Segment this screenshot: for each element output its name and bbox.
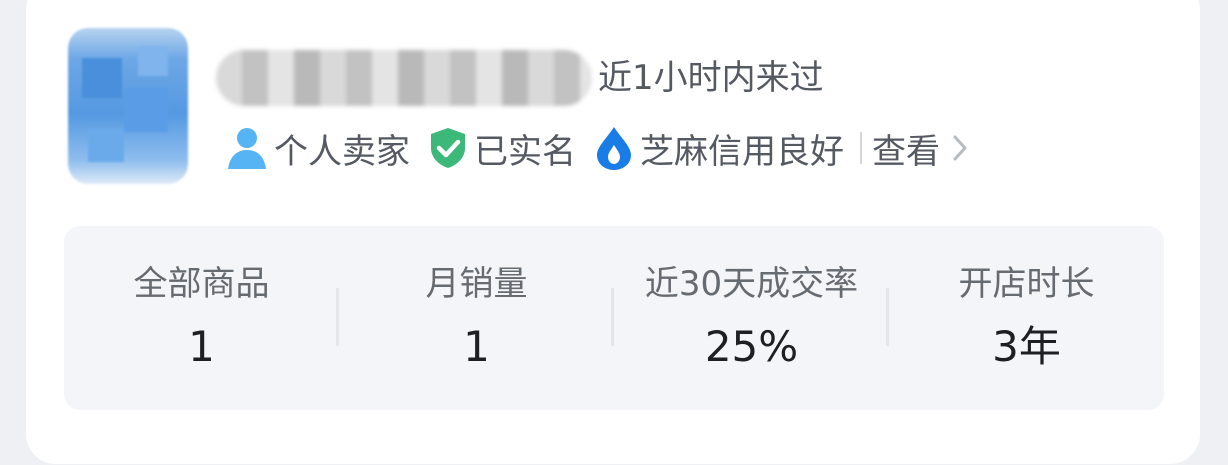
stat-label: 开店时长: [958, 264, 1095, 304]
badge-verified: 已实名: [428, 124, 576, 173]
shop-stats-panel: 全部商品 1 月销量 1 近30天成交率 25% 开店时长 3年: [64, 226, 1164, 410]
stat-value: 1: [463, 322, 490, 371]
view-details-label: 查看: [872, 131, 940, 172]
stat-value: 3年: [992, 322, 1061, 371]
stat-value: 25%: [704, 322, 799, 371]
stat-label: 近30天成交率: [644, 264, 859, 304]
badge-divider: [860, 132, 862, 164]
stat-label: 全部商品: [133, 264, 270, 304]
seller-name-blurred: [216, 50, 592, 106]
stat-monthly-sales[interactable]: 月销量 1: [339, 226, 614, 410]
badge-personal-seller: 个人卖家: [226, 124, 410, 173]
stat-all-items[interactable]: 全部商品 1: [64, 226, 339, 410]
view-details-button[interactable]: 查看: [872, 124, 968, 173]
shield-check-icon: [431, 128, 465, 168]
badge-label-personal-seller: 个人卖家: [274, 131, 410, 172]
avatar[interactable]: [68, 28, 188, 184]
person-icon: [228, 128, 266, 169]
stat-30day-deal-rate[interactable]: 近30天成交率 25%: [614, 226, 889, 410]
active-status: 近1小时内来过: [598, 58, 824, 98]
badge-label-verified: 已实名: [474, 131, 576, 172]
chevron-right-icon: [953, 135, 967, 161]
stat-label: 月销量: [425, 264, 528, 304]
sesame-drop-icon: [597, 127, 631, 170]
badge-label-sesame-credit: 芝麻信用良好: [640, 131, 844, 172]
badge-sesame-credit: 芝麻信用良好: [594, 124, 844, 173]
seller-badges: 个人卖家 已实名 芝麻信用良好 查看: [226, 124, 968, 172]
stat-shop-age[interactable]: 开店时长 3年: [889, 226, 1164, 410]
stat-value: 1: [188, 322, 215, 371]
